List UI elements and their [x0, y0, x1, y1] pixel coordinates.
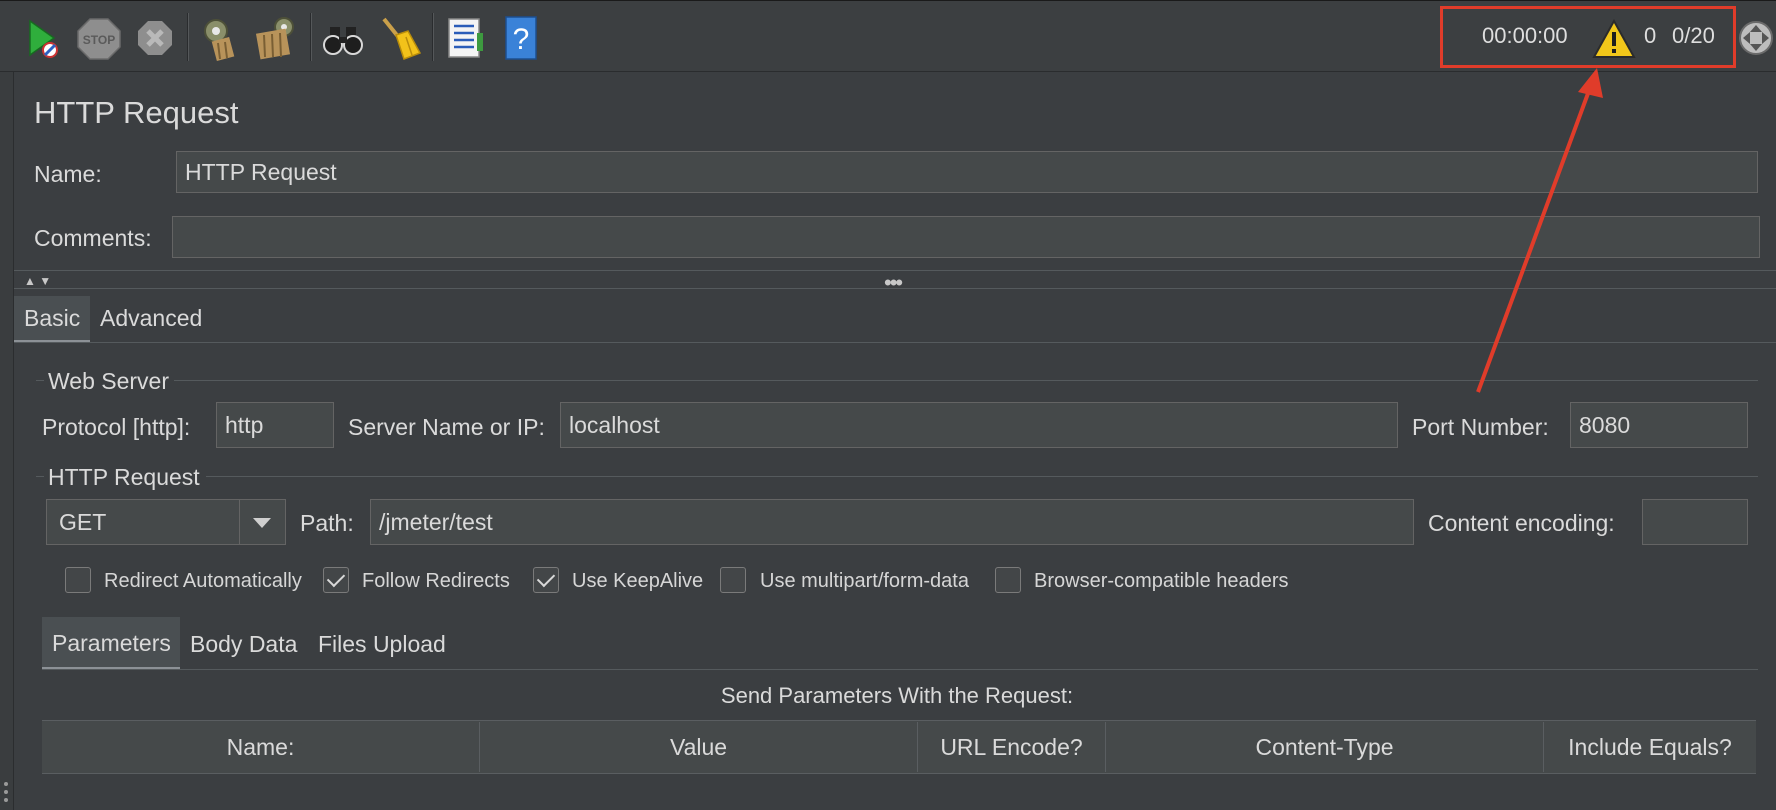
annotation-arrow — [1476, 68, 1603, 393]
